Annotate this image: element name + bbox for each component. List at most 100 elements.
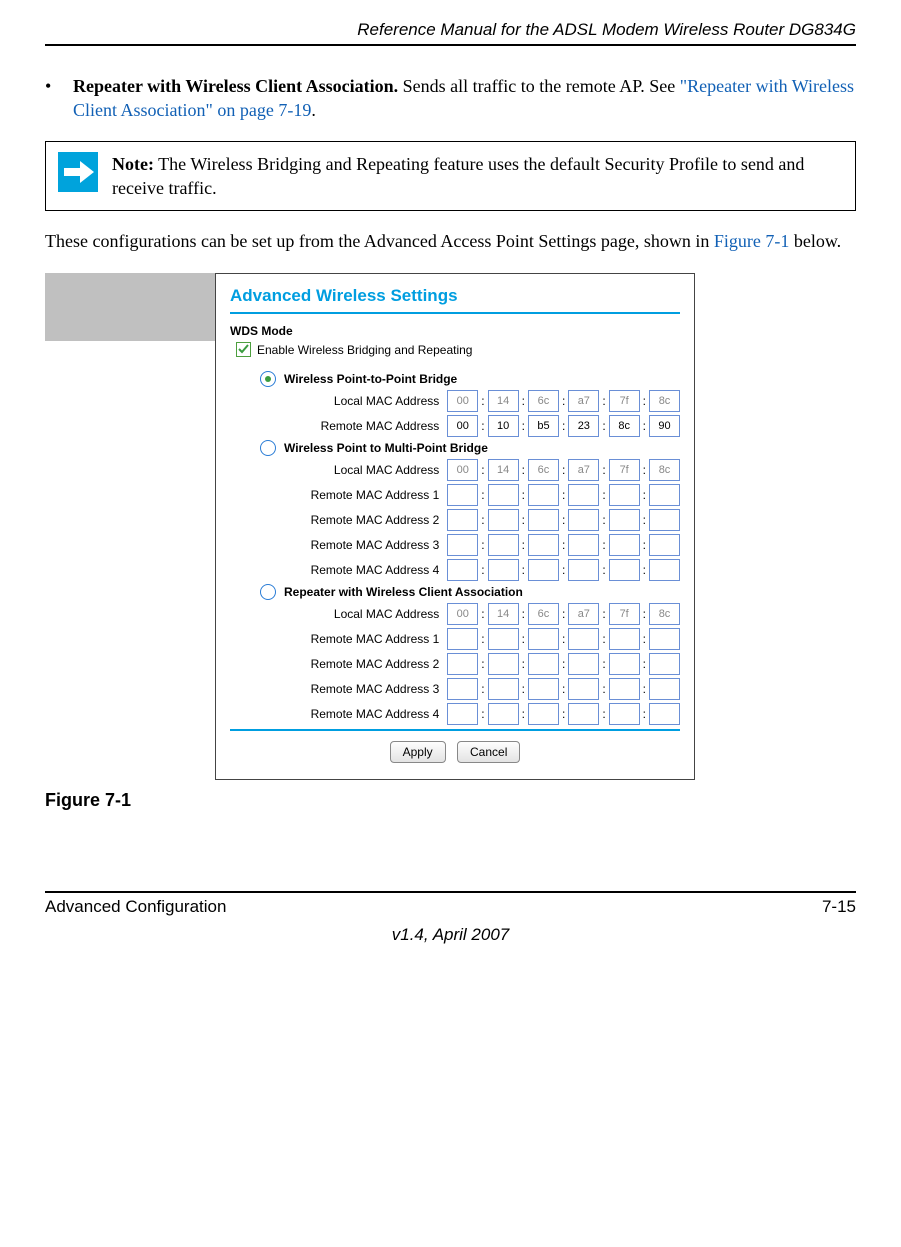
checkbox-icon[interactable] [236, 342, 251, 357]
mac-input[interactable] [528, 459, 559, 481]
mode-ptmp-label: Wireless Point to Multi-Point Bridge [284, 441, 488, 455]
remote-mac-row: Remote MAC Address 4::::: [300, 703, 680, 725]
page-footer: Advanced Configuration 7-15 [45, 891, 856, 917]
mac-input[interactable] [568, 534, 599, 556]
mac-input[interactable] [488, 484, 519, 506]
mac-input[interactable] [649, 390, 680, 412]
mac-input[interactable] [609, 459, 640, 481]
mac-input[interactable] [488, 459, 519, 481]
mac-input[interactable] [649, 509, 680, 531]
mac-input[interactable] [447, 509, 478, 531]
mac-input[interactable] [609, 678, 640, 700]
mac-input[interactable] [447, 484, 478, 506]
mac-input[interactable] [568, 390, 599, 412]
mac-input[interactable] [568, 559, 599, 581]
mac-input[interactable] [649, 628, 680, 650]
mac-input[interactable] [649, 415, 680, 437]
mac-input[interactable] [609, 603, 640, 625]
mac-input[interactable] [568, 603, 599, 625]
radio-icon[interactable] [260, 440, 276, 456]
mac-input[interactable] [488, 653, 519, 675]
remote-mac-label: Remote MAC Address 1 [300, 488, 439, 502]
radio-selected-icon[interactable] [260, 371, 276, 387]
mac-input[interactable] [568, 484, 599, 506]
mac-input[interactable] [568, 703, 599, 725]
mac-input[interactable] [609, 509, 640, 531]
mac-input[interactable] [488, 534, 519, 556]
mac-input[interactable] [528, 678, 559, 700]
mode-ptp[interactable]: Wireless Point-to-Point Bridge [260, 371, 680, 387]
mac-input[interactable] [488, 628, 519, 650]
apply-button[interactable]: Apply [390, 741, 446, 763]
remote-mac-label: Remote MAC Address 2 [300, 657, 439, 671]
panel-divider [230, 729, 680, 731]
mac-input[interactable] [528, 390, 559, 412]
mac-input[interactable] [528, 509, 559, 531]
mac-input[interactable] [528, 603, 559, 625]
mac-input[interactable] [447, 390, 478, 412]
mac-input[interactable] [528, 628, 559, 650]
mac-input[interactable] [447, 678, 478, 700]
radio-icon[interactable] [260, 584, 276, 600]
mac-input[interactable] [528, 534, 559, 556]
mode-ptmp[interactable]: Wireless Point to Multi-Point Bridge [260, 440, 680, 456]
mac-input[interactable] [568, 415, 599, 437]
mac-input[interactable] [609, 653, 640, 675]
mode-repeater-label: Repeater with Wireless Client Associatio… [284, 585, 523, 599]
mac-input[interactable] [649, 534, 680, 556]
mac-input[interactable] [447, 653, 478, 675]
mac-input[interactable] [568, 653, 599, 675]
mac-input[interactable] [528, 559, 559, 581]
mac-input[interactable] [447, 415, 478, 437]
mac-input[interactable] [649, 603, 680, 625]
mac-input[interactable] [609, 559, 640, 581]
remote-mac-row: Remote MAC Address 2::::: [300, 509, 680, 531]
mac-input[interactable] [649, 678, 680, 700]
mac-input[interactable] [488, 509, 519, 531]
mac-input[interactable] [528, 484, 559, 506]
mac-input[interactable] [488, 559, 519, 581]
grey-placeholder [45, 273, 215, 341]
mac-input[interactable] [609, 703, 640, 725]
mac-input[interactable] [609, 628, 640, 650]
mac-input[interactable] [649, 459, 680, 481]
rep-local-mac: Local MAC Address : : : : : [300, 603, 680, 625]
mac-input[interactable] [447, 534, 478, 556]
mac-input[interactable] [447, 703, 478, 725]
mac-input[interactable] [609, 534, 640, 556]
mac-input[interactable] [649, 703, 680, 725]
note-box: Note: The Wireless Bridging and Repeatin… [45, 141, 856, 212]
mac-input[interactable] [447, 559, 478, 581]
mac-input[interactable] [649, 559, 680, 581]
footer-left: Advanced Configuration [45, 897, 226, 917]
mac-input[interactable] [528, 653, 559, 675]
mac-input[interactable] [649, 484, 680, 506]
mode-repeater[interactable]: Repeater with Wireless Client Associatio… [260, 584, 680, 600]
mac-input[interactable] [447, 459, 478, 481]
mac-input[interactable] [649, 653, 680, 675]
mac-input[interactable] [568, 459, 599, 481]
mac-input[interactable] [488, 703, 519, 725]
mac-input[interactable] [447, 628, 478, 650]
mac-input[interactable] [528, 415, 559, 437]
mac-input[interactable] [447, 603, 478, 625]
para-lead: These configurations can be set up from … [45, 231, 714, 251]
mac-input[interactable] [528, 703, 559, 725]
mac-input[interactable] [568, 509, 599, 531]
local-mac-label: Local MAC Address [300, 463, 439, 477]
mac-input[interactable] [609, 390, 640, 412]
mac-input[interactable] [488, 390, 519, 412]
mac-input[interactable] [488, 603, 519, 625]
mac-input[interactable] [609, 484, 640, 506]
figure-ref-link[interactable]: Figure 7-1 [714, 231, 790, 251]
note-label: Note: [112, 154, 154, 174]
enable-bridging-row[interactable]: Enable Wireless Bridging and Repeating [236, 342, 680, 357]
mac-input[interactable] [609, 415, 640, 437]
mac-input[interactable] [488, 678, 519, 700]
remote-mac-row: Remote MAC Address 4::::: [300, 559, 680, 581]
mac-input[interactable] [488, 415, 519, 437]
ptp-remote-mac: Remote MAC Address : : : : : [300, 415, 680, 437]
cancel-button[interactable]: Cancel [457, 741, 520, 763]
mac-input[interactable] [568, 628, 599, 650]
mac-input[interactable] [568, 678, 599, 700]
